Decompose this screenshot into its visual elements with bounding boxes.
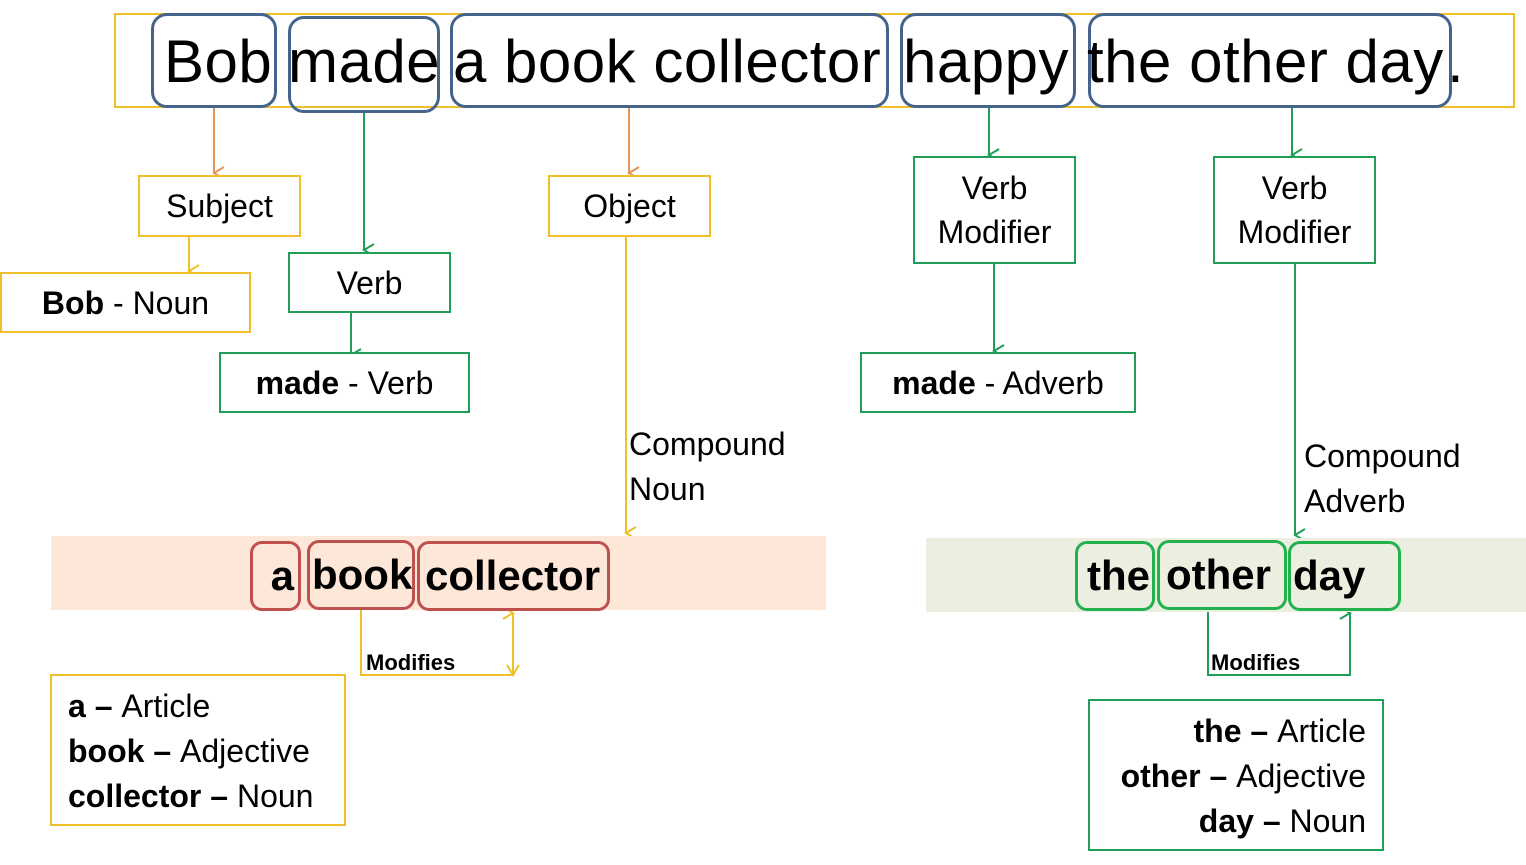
chip-text: day <box>1293 552 1366 599</box>
chip-text: other <box>1166 551 1271 598</box>
pos-tag: Noun <box>132 284 210 321</box>
pos-word: made <box>255 364 340 401</box>
legend-sep: – <box>1253 803 1290 839</box>
adverb-phrase-word-the: the <box>1075 541 1155 611</box>
legend-sep: – <box>1241 713 1278 749</box>
legend-tag: Noun <box>236 778 314 814</box>
pos-sep: - <box>975 364 1003 401</box>
legend-row: day – Noun <box>1106 799 1366 844</box>
compound-adverb-line1: Compound <box>1304 438 1461 474</box>
sentence-word-made: made <box>288 28 441 95</box>
chip-text: book <box>312 551 413 598</box>
chip-text: collector <box>425 552 601 599</box>
sentence-word-bob: Bob <box>164 28 273 95</box>
sentence-word-happy: happy <box>903 28 1069 95</box>
pos-sep: - <box>339 364 368 401</box>
legend-word: book <box>68 733 145 769</box>
pos-bob-noun: Bob - Noun <box>0 272 251 333</box>
legend-row: the – Article <box>1106 709 1366 754</box>
adverb-phrase-modifies-label: Modifies <box>1211 650 1301 675</box>
legend-sep: – <box>1200 758 1237 794</box>
legend-word: the <box>1193 713 1242 749</box>
legend-word: a <box>68 688 86 724</box>
noun-phrase-word-a: a <box>250 541 301 611</box>
adverb-phrase-word-other: other <box>1157 540 1287 610</box>
compound-adverb-label: Compound Adverb <box>1304 434 1461 524</box>
legend-sep: – <box>85 688 122 724</box>
role-verb-modifier-1: Verb Modifier <box>913 156 1076 264</box>
sentence: Bob made a book collector happy the othe… <box>150 22 1510 102</box>
adverb-phrase-word-day: day <box>1288 541 1401 611</box>
noun-phrase-word-collector: collector <box>417 541 610 611</box>
role-line1: Verb <box>1261 170 1328 206</box>
pos-tag: Verb <box>367 364 434 401</box>
pos-word: made <box>892 364 976 401</box>
legend-tag: Article <box>121 688 211 724</box>
legend-tag: Article <box>1277 713 1366 749</box>
legend-word: other <box>1120 758 1201 794</box>
legend-tag: Adjective <box>1236 758 1366 794</box>
role-verb-label: Verb <box>336 264 403 301</box>
role-line1: Verb <box>961 170 1028 206</box>
role-verb: Verb <box>288 252 451 313</box>
pos-made-adverb: made - Adverb <box>860 352 1136 413</box>
legend-row: collector – Noun <box>68 774 328 819</box>
adverb-phrase-legend: the – Article other – Adjective day – No… <box>1088 699 1384 851</box>
compound-noun-line2: Noun <box>629 471 706 507</box>
sentence-period: . <box>1447 28 1465 95</box>
legend-word: day <box>1198 803 1254 839</box>
pos-tag: Adverb <box>1002 364 1104 401</box>
noun-phrase-modifies-label: Modifies <box>366 650 456 675</box>
noun-phrase-word-book: book <box>307 540 415 610</box>
pos-sep: - <box>104 284 133 321</box>
compound-noun-label: Compound Noun <box>629 422 786 512</box>
sentence-word-a-book-collector: a book collector <box>453 28 882 95</box>
legend-row: other – Adjective <box>1106 754 1366 799</box>
pos-word: Bob <box>41 284 105 321</box>
sentence-word-the-other-day: the other day <box>1087 28 1444 95</box>
compound-noun-line1: Compound <box>629 426 786 462</box>
legend-row: book – Adjective <box>68 729 328 774</box>
pos-made-verb: made - Verb <box>219 352 470 413</box>
legend-sep: – <box>201 778 237 814</box>
role-object: Object <box>548 175 711 237</box>
compound-adverb-line2: Adverb <box>1304 483 1406 519</box>
role-verb-modifier-2: Verb Modifier <box>1213 156 1376 264</box>
legend-row: a – Article <box>68 684 328 729</box>
chip-text: the <box>1087 552 1150 599</box>
legend-tag: Noun <box>1289 803 1367 839</box>
role-line2: Modifier <box>937 214 1052 250</box>
role-subject: Subject <box>138 175 301 237</box>
legend-tag: Adjective <box>180 733 310 769</box>
noun-phrase-legend: a – Article book – Adjective collector –… <box>50 674 346 826</box>
legend-word: collector <box>68 778 202 814</box>
role-subject-label: Subject <box>166 188 273 224</box>
chip-text: a <box>270 552 294 599</box>
role-object-label: Object <box>583 188 676 224</box>
legend-sep: – <box>144 733 181 769</box>
role-line2: Modifier <box>1237 214 1352 250</box>
